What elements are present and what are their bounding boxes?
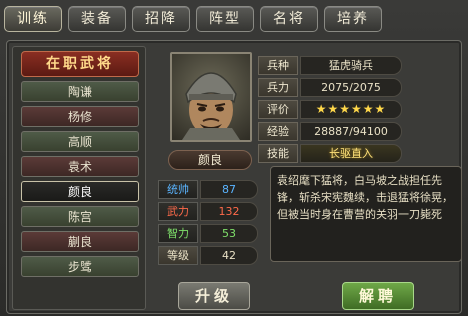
stat-value: 53 (200, 224, 258, 243)
info-label: 技能 (258, 144, 298, 163)
general-portrait (170, 52, 252, 142)
info-row: 兵力 2075/2075 (258, 78, 402, 97)
stat-label: 统帅 (158, 180, 198, 199)
info-row: 经验 28887/94100 (258, 122, 402, 141)
sidebar-item-general[interactable]: 蒯良 (21, 231, 139, 252)
general-info: 兵种 猛虎骑兵 兵力 2075/2075 评价 ★★★★★★ 经验 28887/94100 技能… (258, 56, 402, 166)
general-name: 颜良 (168, 150, 252, 170)
tab-recruit[interactable]: 招降 (132, 6, 190, 32)
stat-value: 87 (200, 180, 258, 199)
tab-cultivate[interactable]: 培养 (324, 6, 382, 32)
info-row: 兵种 猛虎骑兵 (258, 56, 402, 75)
tab-equip[interactable]: 装备 (68, 6, 126, 32)
info-row: 评价 ★★★★★★ (258, 100, 402, 119)
sidebar-item-general[interactable]: 杨修 (21, 106, 139, 127)
stat-value: 42 (200, 246, 258, 265)
stat-label: 智力 (158, 224, 198, 243)
sidebar-item-general[interactable]: 陈宫 (21, 206, 139, 227)
stat-row: 统帅 87 (158, 180, 258, 199)
info-label: 经验 (258, 122, 298, 141)
stat-row: 武力 132 (158, 202, 258, 221)
info-row: 技能 长驱直入 (258, 144, 402, 163)
general-bio: 袁绍麾下猛将，白马坡之战担任先锋，斩杀宋宪魏续，击退猛将徐晃，但被当时身在曹营的… (270, 166, 462, 262)
info-value: 28887/94100 (300, 122, 402, 141)
stat-label: 武力 (158, 202, 198, 221)
dismiss-button[interactable]: 解聘 (342, 282, 414, 310)
stat-label: 等级 (158, 246, 198, 265)
stat-row: 智力 53 (158, 224, 258, 243)
skill-value: 长驱直入 (300, 144, 402, 163)
stat-value: 132 (200, 202, 258, 221)
info-value: 猛虎骑兵 (300, 56, 402, 75)
upgrade-button[interactable]: 升级 (178, 282, 250, 310)
general-stats: 统帅 87 武力 132 智力 53 等级 42 (158, 180, 258, 268)
game-window: 训练 装备 招降 阵型 名将 培养 在职武将 陶谦 杨修 高顺 袁术 颜良 陈宫 蒯良 步骘 … (0, 0, 468, 316)
generals-list: 陶谦杨修高顺袁术颜良陈宫蒯良步骘 (21, 81, 139, 281)
sidebar-item-general[interactable]: 高顺 (21, 131, 139, 152)
info-label: 兵种 (258, 56, 298, 75)
sidebar-item-general[interactable]: 步骘 (21, 256, 139, 277)
info-label: 兵力 (258, 78, 298, 97)
rating-stars: ★★★★★★ (300, 100, 402, 119)
top-tabs: 训练 装备 招降 阵型 名将 培养 (4, 6, 382, 34)
tab-train[interactable]: 训练 (4, 6, 62, 32)
stat-row: 等级 42 (158, 246, 258, 265)
tab-famous[interactable]: 名将 (260, 6, 318, 32)
sidebar-item-general[interactable]: 颜良 (21, 181, 139, 202)
tab-formation[interactable]: 阵型 (196, 6, 254, 32)
info-label: 评价 (258, 100, 298, 119)
sidebar-item-general[interactable]: 陶谦 (21, 81, 139, 102)
generals-sidebar: 在职武将 陶谦杨修高顺袁术颜良陈宫蒯良步骘 (12, 46, 146, 310)
sidebar-title: 在职武将 (21, 51, 139, 77)
sidebar-item-general[interactable]: 袁术 (21, 156, 139, 177)
info-value: 2075/2075 (300, 78, 402, 97)
